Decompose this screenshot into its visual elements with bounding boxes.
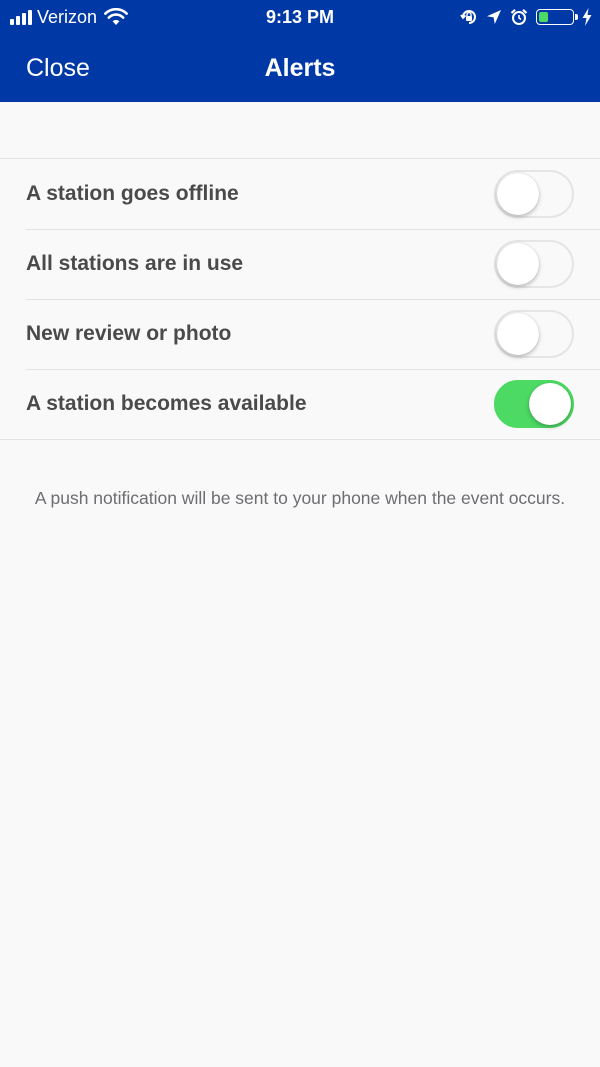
alert-label: A station goes offline [26,182,239,205]
alert-toggle-all-in-use[interactable] [494,240,574,288]
status-bar: Verizon 9:13 PM [0,0,600,34]
app-header: Verizon 9:13 PM Close Alerts [0,0,600,102]
alert-toggle-station-available[interactable] [494,380,574,428]
alarm-clock-icon [510,8,528,26]
rotation-lock-icon [460,8,478,26]
footer-note: A push notification will be sent to your… [34,488,566,508]
alert-label: New review or photo [26,322,232,345]
page-title: Alerts [264,54,336,82]
battery-level [539,12,548,22]
status-bar-right [460,5,592,29]
alert-toggle-new-review[interactable] [494,310,574,358]
toggle-knob [497,243,539,285]
charging-bolt-icon [582,8,592,26]
alert-toggle-station-offline[interactable] [494,170,574,218]
location-arrow-icon [486,9,502,25]
alert-row-station-available: A station becomes available [0,369,600,439]
alert-label: All stations are in use [26,252,244,275]
alerts-list: A station goes offline All stations are … [0,158,600,440]
toggle-knob [529,383,571,425]
alert-row-station-offline: A station goes offline [0,159,600,229]
battery-icon [536,9,578,25]
alert-label: A station becomes available [26,392,307,415]
toggle-knob [497,313,539,355]
alert-row-new-review: New review or photo [0,299,600,369]
alert-row-all-in-use: All stations are in use [0,229,600,299]
navigation-bar: Close Alerts [0,34,600,102]
toggle-knob [497,173,539,215]
